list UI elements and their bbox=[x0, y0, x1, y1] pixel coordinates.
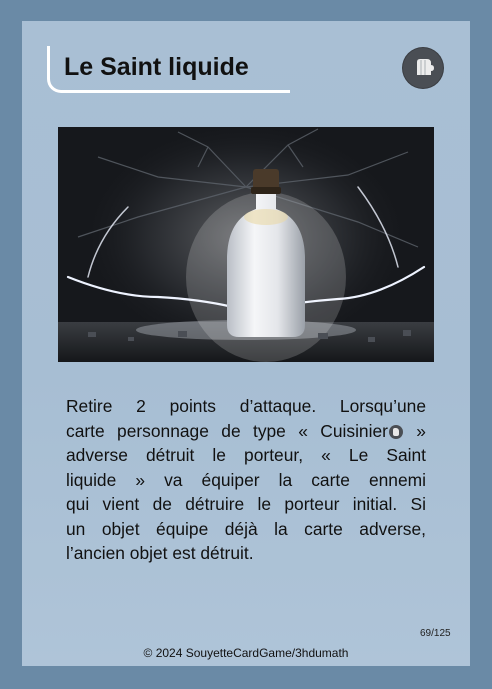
cook-hand-icon bbox=[403, 48, 443, 88]
card-artwork bbox=[58, 127, 434, 362]
description-line: adverse détruit le porteur, « Le Saint bbox=[66, 445, 426, 465]
description-line: Retire 2 points d’attaque. Lorsqu’une bbox=[66, 396, 426, 416]
cook-hand-icon bbox=[388, 424, 403, 439]
card-title: Le Saint liquide bbox=[64, 53, 249, 81]
description-line-text: carte personnage de type « Cuisinier bbox=[66, 420, 388, 441]
description-line: liquide » va équiper la carte ennemi bbox=[66, 469, 426, 490]
description-line: l’ancien objet est détruit. bbox=[66, 543, 254, 563]
description-line-closing: » bbox=[403, 420, 426, 441]
description-line: un objet équipe déjà la carte adverse, bbox=[66, 518, 426, 539]
card: Le Saint liquide Retire 2 points d’attaq… bbox=[0, 0, 492, 689]
copyright-text: © 2024 SouyetteCardGame/3hdumath bbox=[143, 646, 349, 660]
description-line: qui vient de détruire le porteur initial… bbox=[66, 494, 426, 514]
description-line-with-icon: carte personnage de type « Cuisinier » bbox=[66, 419, 426, 444]
card-number: 69/125 bbox=[420, 628, 451, 639]
card-description: Retire 2 points d’attaque. Lorsqu’une ca… bbox=[66, 394, 426, 566]
